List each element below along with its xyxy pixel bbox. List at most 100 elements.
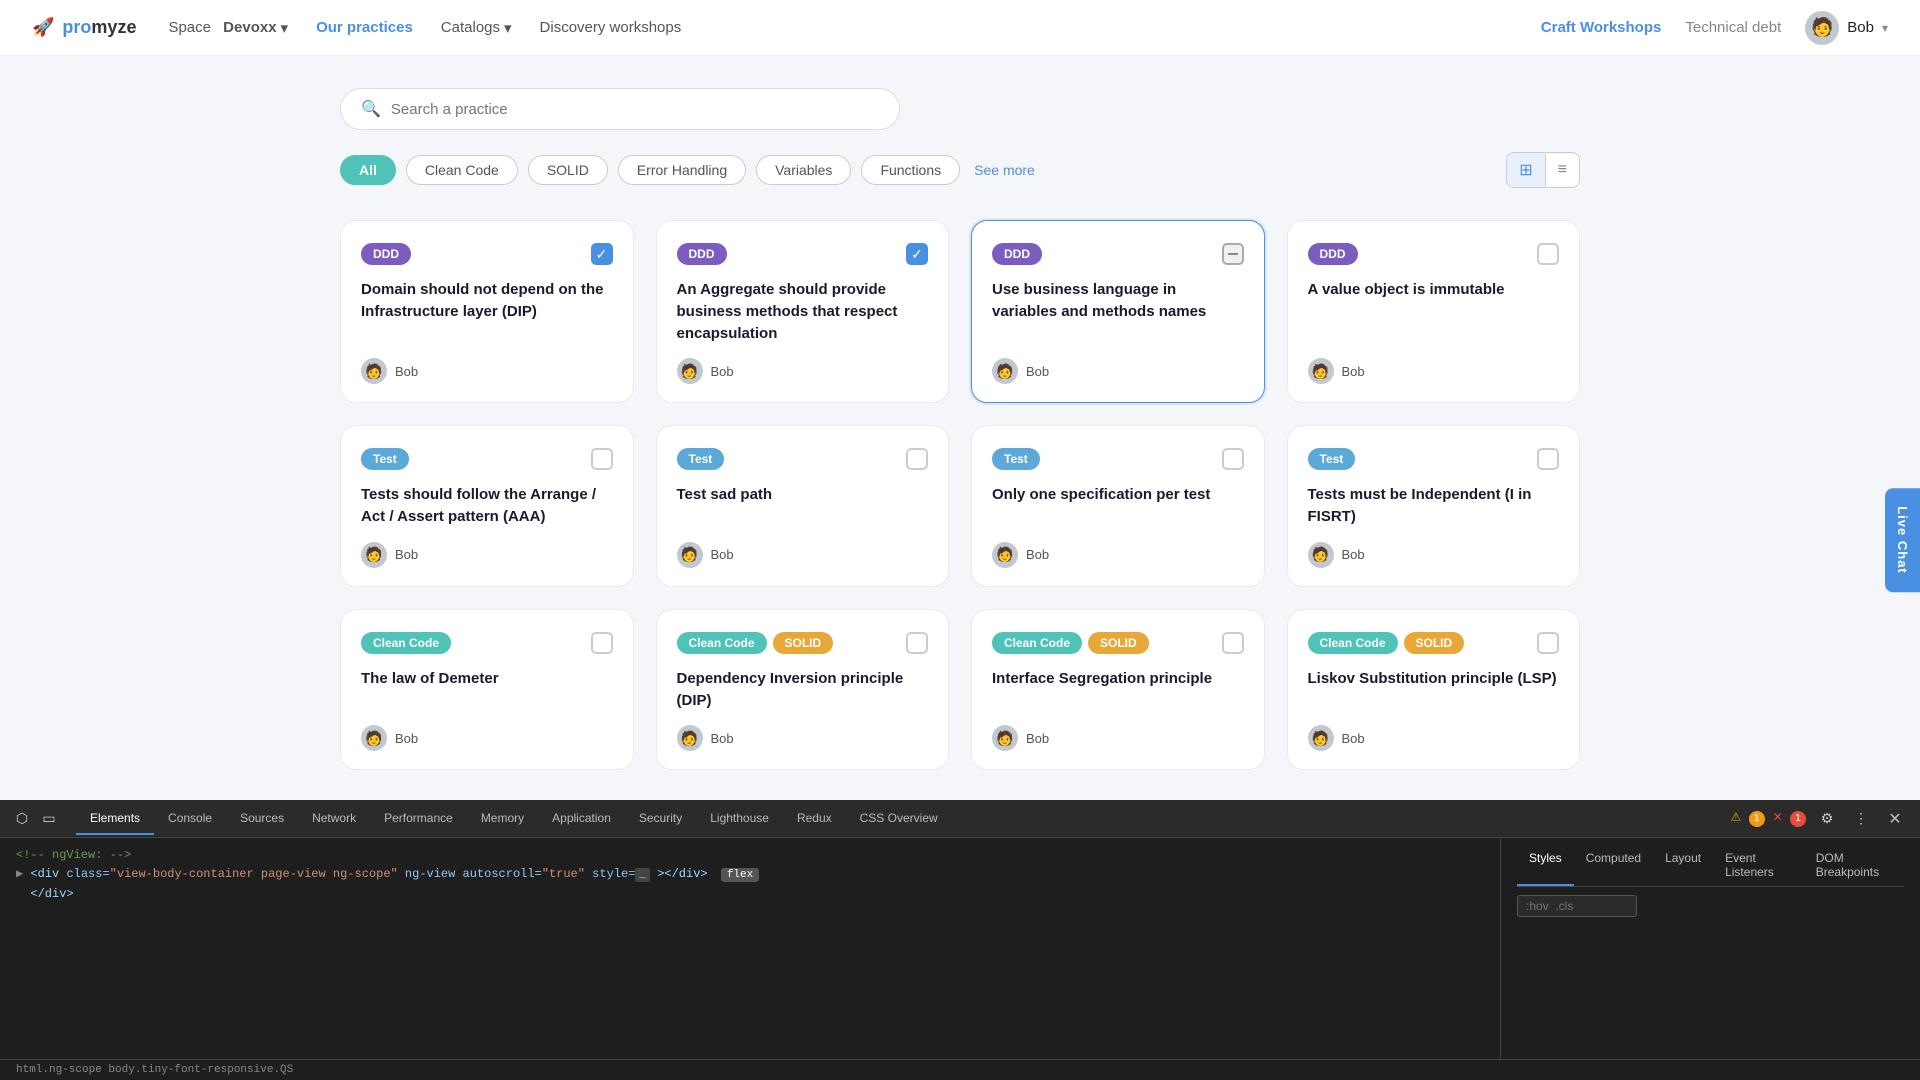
author-avatar: 🧑	[361, 542, 387, 568]
nav-item-discovery-workshops[interactable]: Discovery workshops	[540, 19, 682, 36]
devtools-right-tab-computed[interactable]: Computed	[1574, 846, 1653, 886]
brand-logo[interactable]: 🚀 promyze	[32, 17, 136, 38]
craft-workshops-link[interactable]: Craft Workshops	[1541, 19, 1662, 36]
card-footer: 🧑 Bob	[677, 358, 929, 384]
devtools-tab-lighthouse[interactable]: Lighthouse	[696, 803, 783, 835]
practice-card[interactable]: Clean CodeSOLID Dependency Inversion pri…	[656, 609, 950, 771]
card-checkbox[interactable]	[906, 632, 928, 654]
practice-card[interactable]: Test Tests must be Independent (I in FIS…	[1287, 425, 1581, 587]
live-chat-widget[interactable]: Live Chat	[1885, 488, 1920, 592]
devtools-right-tab-event-listeners[interactable]: Event Listeners	[1713, 846, 1804, 886]
tag-group: Test	[361, 448, 409, 470]
practice-card[interactable]: Test Only one specification per test 🧑 B…	[971, 425, 1265, 587]
card-tag: SOLID	[1088, 632, 1149, 654]
devtools-tab-console[interactable]: Console	[154, 803, 226, 835]
card-checkbox[interactable]: ✓	[591, 243, 613, 265]
card-checkbox[interactable]	[591, 632, 613, 654]
card-checkbox[interactable]	[1222, 243, 1244, 265]
devtools-right-tab-dom-breakpoints[interactable]: DOM Breakpoints	[1804, 846, 1904, 886]
see-more-link[interactable]: See more	[974, 162, 1035, 178]
devtools-right-tab-layout[interactable]: Layout	[1653, 846, 1713, 886]
card-tag: DDD	[361, 243, 411, 265]
card-checkbox[interactable]	[1537, 632, 1559, 654]
author-name: Bob	[711, 547, 734, 562]
card-checkbox[interactable]: ✓	[906, 243, 928, 265]
nav-item-our-practices[interactable]: Our practices	[316, 19, 413, 36]
card-checkbox[interactable]	[906, 448, 928, 470]
devtools-tab-network[interactable]: Network	[298, 803, 370, 835]
devtools-device-icon[interactable]: ▭	[36, 806, 62, 832]
author-avatar: 🧑	[992, 358, 1018, 384]
card-checkbox[interactable]	[1537, 243, 1559, 265]
filter-chip-cleancode[interactable]: Clean Code	[406, 155, 518, 185]
devtools-settings-icon[interactable]: ⚙	[1814, 806, 1840, 832]
practice-card[interactable]: DDD ✓ Domain should not depend on the In…	[340, 220, 634, 403]
user-menu[interactable]: 🧑 Bob ▾	[1805, 11, 1888, 45]
devtools-tab-elements[interactable]: Elements	[76, 803, 154, 835]
card-checkbox[interactable]	[1537, 448, 1559, 470]
practice-card[interactable]: Clean Code The law of Demeter 🧑 Bob	[340, 609, 634, 771]
devtools-tab-memory[interactable]: Memory	[467, 803, 538, 835]
author-name: Bob	[1342, 364, 1365, 379]
devtools-tab-css-overview[interactable]: CSS Overview	[846, 803, 952, 835]
nav-item-space[interactable]: Space Devoxx ▾	[168, 19, 288, 37]
card-footer: 🧑 Bob	[677, 725, 929, 751]
card-tag: DDD	[992, 243, 1042, 265]
card-title: Liskov Substitution principle (LSP)	[1308, 668, 1560, 712]
filter-chip-solid[interactable]: SOLID	[528, 155, 608, 185]
card-footer: 🧑 Bob	[992, 358, 1244, 384]
list-view-button[interactable]: ≡	[1546, 154, 1579, 186]
devtools-tabs-list: ElementsConsoleSourcesNetworkPerformance…	[76, 803, 1729, 835]
devtools-html-line: <!-- ngView: -->	[16, 846, 1484, 865]
card-title: The law of Demeter	[361, 668, 613, 712]
devtools-tab-sources[interactable]: Sources	[226, 803, 298, 835]
author-name: Bob	[1026, 547, 1049, 562]
search-input[interactable]	[391, 101, 879, 118]
devtools-elements-panel[interactable]: <!-- ngView: --> ▶ <div class="view-body…	[0, 838, 1500, 1059]
filter-chip-variables[interactable]: Variables	[756, 155, 851, 185]
card-title: Domain should not depend on the Infrastr…	[361, 279, 613, 344]
filter-chip-all[interactable]: All	[340, 155, 396, 185]
author-avatar: 🧑	[1308, 542, 1334, 568]
card-title: A value object is immutable	[1308, 279, 1560, 344]
practice-card[interactable]: DDD A value object is immutable 🧑 Bob	[1287, 220, 1581, 403]
practice-card[interactable]: Test Tests should follow the Arrange / A…	[340, 425, 634, 587]
card-checkbox[interactable]	[1222, 448, 1244, 470]
grid-view-button[interactable]: ⊞	[1507, 153, 1544, 187]
card-checkbox[interactable]	[1222, 632, 1244, 654]
nav-links: Space Devoxx ▾ Our practices Catalogs ▾ …	[168, 19, 1540, 37]
author-avatar: 🧑	[992, 725, 1018, 751]
devtools-filter-input[interactable]	[1517, 895, 1637, 917]
devtools-tab-performance[interactable]: Performance	[370, 803, 467, 835]
practice-card[interactable]: Clean CodeSOLID Interface Segregation pr…	[971, 609, 1265, 771]
devtools-cursor-icon[interactable]: ⬡	[12, 809, 32, 829]
nav-item-catalogs[interactable]: Catalogs ▾	[441, 19, 512, 37]
technical-debt-link[interactable]: Technical debt	[1685, 19, 1781, 36]
practice-card[interactable]: DDD ✓ An Aggregate should provide busine…	[656, 220, 950, 403]
devtools-more-icon[interactable]: ⋮	[1848, 806, 1874, 832]
card-checkbox[interactable]	[591, 448, 613, 470]
error-badge: ✕ 1	[1773, 810, 1806, 827]
devtools-content: <!-- ngView: --> ▶ <div class="view-body…	[0, 838, 1920, 1059]
devtools-tab-redux[interactable]: Redux	[783, 803, 846, 835]
card-header: Clean CodeSOLID	[677, 632, 929, 654]
devtools-right-icons: ⚠ 1 ✕ 1 ⚙ ⋮ ✕	[1731, 806, 1908, 832]
practice-card[interactable]: Test Test sad path 🧑 Bob	[656, 425, 950, 587]
author-avatar: 🧑	[361, 725, 387, 751]
author-name: Bob	[1342, 731, 1365, 746]
filter-chip-functions[interactable]: Functions	[861, 155, 960, 185]
card-header: DDD ✓	[677, 243, 929, 265]
devtools-right-tab-styles[interactable]: Styles	[1517, 846, 1574, 886]
main-content: 🔍 All Clean Code SOLID Error Handling Va…	[260, 56, 1660, 802]
devtools-icon-group: ⬡ ▭	[12, 806, 62, 832]
card-footer: 🧑 Bob	[1308, 542, 1560, 568]
devtools-tab-security[interactable]: Security	[625, 803, 696, 835]
practice-card[interactable]: Clean CodeSOLID Liskov Substitution prin…	[1287, 609, 1581, 771]
devtools-tab-application[interactable]: Application	[538, 803, 625, 835]
devtools-close-button[interactable]: ✕	[1882, 806, 1908, 832]
filter-chip-error-handling[interactable]: Error Handling	[618, 155, 746, 185]
tag-group: DDD	[361, 243, 411, 265]
author-avatar: 🧑	[992, 542, 1018, 568]
practice-card[interactable]: DDD Use business language in variables a…	[971, 220, 1265, 403]
chevron-down-icon: ▾	[1882, 21, 1888, 35]
